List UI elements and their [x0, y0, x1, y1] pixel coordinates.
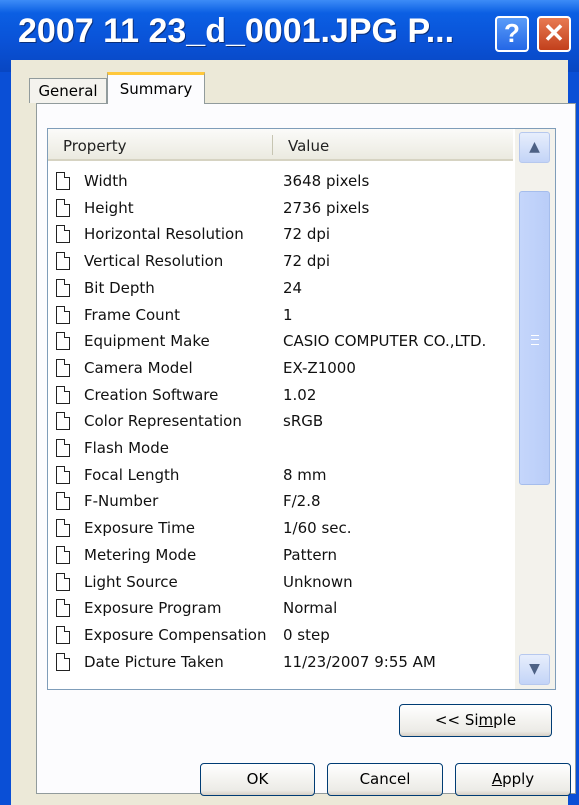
list-item[interactable]: Date Picture Taken 11/23/2007 9:55 AM — [56, 650, 511, 676]
property-value: Unknown — [283, 572, 353, 591]
property-value: sRGB — [283, 412, 324, 431]
property-name: Metering Mode — [84, 545, 197, 564]
list-item[interactable]: Creation Software 1.02 — [56, 383, 511, 409]
properties-window: 2007 11 23_d_0001.JPG P... ? ✕ General S… — [0, 0, 579, 805]
property-name: Color Representation — [84, 412, 242, 431]
apply-button-label: Apply — [491, 770, 535, 788]
tab-summary[interactable]: Summary — [107, 72, 205, 104]
document-icon — [56, 278, 70, 297]
column-header-property[interactable]: Property — [63, 137, 126, 155]
grip-icon — [531, 335, 539, 345]
list-item[interactable]: Exposure Compensation 0 step — [56, 623, 511, 649]
property-value: 72 dpi — [283, 225, 331, 244]
property-name: Creation Software — [84, 385, 219, 404]
property-name: Flash Mode — [84, 439, 169, 457]
ok-button[interactable]: OK — [200, 763, 315, 796]
document-icon — [56, 545, 70, 564]
list-item[interactable]: Vertical Resolution 72 dpi — [56, 249, 511, 275]
property-name: Exposure Time — [84, 519, 195, 538]
property-value: 24 — [283, 278, 303, 297]
list-item[interactable]: Color Representation sRGB — [56, 409, 511, 435]
document-icon — [56, 439, 70, 457]
property-value: EX-Z1000 — [283, 358, 356, 377]
document-icon — [56, 385, 70, 404]
list-item[interactable]: Height 2736 pixels — [56, 196, 511, 222]
property-value: F/2.8 — [283, 492, 321, 511]
property-value: 1/60 sec. — [283, 519, 352, 538]
property-name: Width — [84, 172, 128, 190]
property-name: Camera Model — [84, 358, 193, 377]
list-item[interactable]: Exposure Time 1/60 sec. — [56, 516, 511, 542]
property-name: F-Number — [84, 492, 159, 511]
vertical-scrollbar[interactable]: ▲ ▼ — [515, 129, 555, 689]
property-value: Normal — [283, 599, 338, 618]
property-value: 1.02 — [283, 385, 317, 404]
list-item[interactable]: F-Number F/2.8 — [56, 489, 511, 515]
property-name: Exposure Program — [84, 599, 222, 618]
apply-button[interactable]: Apply — [455, 763, 571, 796]
list-item[interactable]: Equipment Make CASIO COMPUTER CO.,LTD. — [56, 329, 511, 355]
property-value: 72 dpi — [283, 252, 331, 271]
property-list[interactable]: Property Value Width 3648 pixels Height 273… — [47, 128, 556, 690]
property-value: 2736 pixels — [283, 198, 370, 217]
window-title: 2007 11 23_d_0001.JPG P... — [18, 12, 455, 50]
column-divider[interactable] — [272, 135, 273, 155]
cancel-button[interactable]: Cancel — [327, 763, 443, 796]
list-item[interactable]: Flash Mode — [56, 436, 511, 462]
property-name: Height — [84, 198, 134, 217]
property-name: Focal Length — [84, 465, 180, 484]
property-value: 11/23/2007 9:55 AM — [283, 652, 436, 671]
tab-general[interactable]: General — [29, 78, 107, 103]
document-icon — [56, 465, 70, 484]
list-item[interactable]: Focal Length 8 mm — [56, 463, 511, 489]
help-button[interactable]: ? — [495, 16, 529, 52]
property-name: Equipment Make — [84, 332, 210, 351]
scroll-thumb[interactable] — [519, 191, 550, 485]
document-icon — [56, 652, 70, 671]
list-item[interactable]: Light Source Unknown — [56, 570, 511, 596]
property-name: Frame Count — [84, 305, 181, 324]
document-icon — [56, 358, 70, 377]
property-name: Light Source — [84, 572, 178, 591]
document-icon — [56, 198, 70, 217]
list-header: Property Value — [48, 129, 513, 161]
document-icon — [56, 172, 70, 190]
property-value: 3648 pixels — [283, 172, 370, 190]
property-value: Pattern — [283, 545, 337, 564]
property-name: Bit Depth — [84, 278, 155, 297]
scroll-up-button[interactable]: ▲ — [519, 132, 550, 163]
document-icon — [56, 412, 70, 431]
property-value: 0 step — [283, 625, 330, 644]
list-item[interactable]: Exposure Program Normal — [56, 596, 511, 622]
document-icon — [56, 599, 70, 618]
document-icon — [56, 572, 70, 591]
property-name: Horizontal Resolution — [84, 225, 244, 244]
list-item[interactable]: Frame Count 1 — [56, 303, 511, 329]
property-value: 8 mm — [283, 465, 327, 484]
document-icon — [56, 225, 70, 244]
list-item[interactable]: Bit Depth 24 — [56, 276, 511, 302]
list-item[interactable]: Width 3648 pixels — [56, 169, 511, 195]
scroll-down-button[interactable]: ▼ — [519, 654, 550, 685]
document-icon — [56, 519, 70, 538]
close-button[interactable]: ✕ — [537, 16, 571, 52]
property-value: 1 — [283, 305, 293, 324]
property-value: CASIO COMPUTER CO.,LTD. — [283, 332, 487, 351]
property-name: Vertical Resolution — [84, 252, 224, 271]
document-icon — [56, 625, 70, 644]
document-icon — [56, 492, 70, 511]
list-item[interactable]: Camera Model EX-Z1000 — [56, 356, 511, 382]
column-header-value[interactable]: Value — [288, 137, 329, 155]
property-name: Exposure Compensation — [84, 625, 267, 644]
list-item[interactable]: Metering Mode Pattern — [56, 543, 511, 569]
document-icon — [56, 332, 70, 351]
simple-toggle-button[interactable]: << Simple — [399, 704, 552, 737]
document-icon — [56, 252, 70, 271]
list-item[interactable]: Horizontal Resolution 72 dpi — [56, 222, 511, 248]
document-icon — [56, 305, 70, 324]
property-name: Date Picture Taken — [84, 652, 224, 671]
